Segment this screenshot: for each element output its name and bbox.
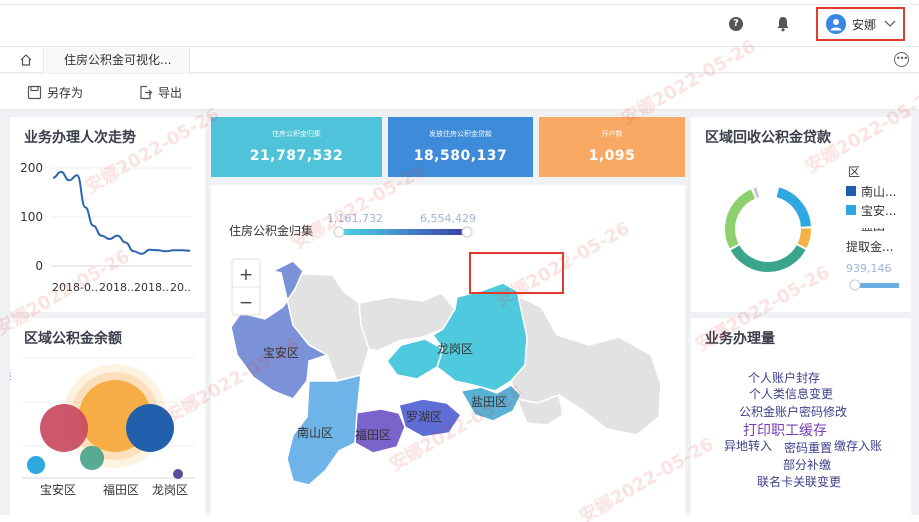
save-icon [27,85,42,99]
recovery-panel: 区域回收公积金贷款 区 南山... 宝安... 盐田 提取金... 939,14… [691,117,911,312]
kpi-tile-loans[interactable]: 发放住房公积金贷款 18,580,137 [388,117,533,177]
map-legend-max: 6,554,429 [420,212,476,225]
panel-drag-handle-icon[interactable]: ⋮ [6,372,15,382]
district-label: 龙岗区 [437,342,473,356]
legend-handle[interactable] [849,279,861,291]
word-cloud: 个人账户封存 个人类信息变更 公积金账户密码修改 打印职工缓存 异地转入 密码重… [724,370,882,489]
tab-current-report[interactable]: 住房公积金可视化... [44,47,190,73]
tab-bar: 住房公积金可视化... ••• [0,47,919,73]
more-options-icon[interactable]: ••• [894,52,909,67]
legend-item[interactable]: 宝安... [861,203,896,218]
bubble[interactable] [80,446,104,470]
user-name: 安娜 [852,17,877,32]
word-cloud-item[interactable]: 异地转入 [724,438,772,453]
map-legend-title: 住房公积金归集 [229,223,313,238]
kpi-label: 开户数 [601,130,623,138]
legend-handle-min[interactable] [333,226,345,238]
word-cloud-item[interactable]: 个人账户封存 [748,370,820,385]
toolbar: 另存为 导出 [0,74,919,110]
home-icon [20,54,31,66]
trend-chart: 200 100 0 2018-0.. 2018.. 2018.. 20.. [20,161,192,294]
kpi-value: 1,095 [588,148,636,164]
y-tick-label: 0 [35,259,43,273]
word-cloud-item[interactable]: 联名卡关联变更 [757,474,841,489]
word-cloud-item[interactable]: 部分补缴 [783,457,831,472]
bottom-panel-edge [0,515,919,522]
kpi-label: 住房公积金归集 [272,130,321,138]
x-tick-label: 2018-0.. [52,281,98,294]
word-cloud-item[interactable]: 公积金账户密码修改 [739,404,847,419]
word-cloud-item[interactable]: 打印职工缓存 [743,422,827,439]
x-tick-label: 2018.. [99,281,134,294]
kpi-tile-housing-fund[interactable]: 住房公积金归集 21,787,532 [211,117,382,177]
highlight-box [469,252,564,294]
bubble[interactable] [27,456,45,474]
export-label: 导出 [158,85,183,100]
balance-panel: 区域公积金余额 宝安区 福田区 龙岗区 [10,318,205,515]
x-tick-label: 宝安区 [40,482,76,497]
user-avatar-icon [826,14,846,34]
legend-swatch [846,205,856,215]
y-tick-label: 200 [20,161,43,175]
legend-header: 区 [848,165,860,179]
district-label: 盐田区 [471,395,507,409]
save-as-button[interactable]: 另存为 [27,83,83,101]
save-as-label: 另存为 [47,85,84,100]
series-line [52,170,191,255]
district-label: 福田区 [355,427,391,442]
x-tick-label: 福田区 [103,482,139,497]
extra-value: 939,146 [846,262,892,275]
y-tick-label: 100 [20,210,43,224]
trend-panel: 业务办理人次走势 200 100 0 2018-0.. 2018.. 2018.… [10,117,205,312]
chevron-down-icon [884,20,896,27]
legend-swatch [846,186,856,196]
legend-gradient [859,283,899,288]
bubble[interactable] [40,404,88,452]
legend-handle-max[interactable] [461,226,473,238]
user-menu[interactable]: 安娜 [816,7,905,41]
divider [0,4,919,5]
district-map: 住房公积金归集 1,161,732 6,554,429 宝安区 龙岗区 南山区 … [229,212,662,486]
district-label: 宝安区 [263,345,299,360]
map-panel: 住房公积金归集 1,161,732 6,554,429 宝安区 龙岗区 南山区 … [211,185,685,515]
map-legend-gradient [339,229,467,235]
kpi-value: 18,580,137 [413,148,508,164]
zoom-in-button[interactable]: + [239,265,253,285]
legend-item[interactable]: 南山... [861,184,896,199]
kpi-label: 发放住房公积金贷款 [429,130,492,138]
zoom-out-button[interactable]: − [239,293,253,313]
help-icon[interactable]: ? [729,17,743,31]
bubble[interactable] [173,469,183,479]
map-legend-min: 1,161,732 [327,212,383,225]
extra-label: 提取金... [846,239,893,254]
export-icon [140,85,153,99]
top-header: ? 安娜 [0,0,919,47]
district-label: 南山区 [297,425,333,440]
bubble[interactable] [126,404,174,452]
word-cloud-item[interactable]: 密码重置 [784,440,832,455]
export-button[interactable]: 导出 [138,83,182,101]
balance-bubble-chart: 宝安区 福田区 龙岗区 [22,357,195,497]
word-cloud-item[interactable]: 个人类信息变更 [749,386,833,401]
x-tick-label: 2018.. [134,281,169,294]
volume-panel: 业务办理量 个人账户封存 个人类信息变更 公积金账户密码修改 打印职工缓存 异地… [691,318,911,515]
home-tab[interactable] [8,47,44,73]
bell-icon[interactable] [776,16,790,32]
recovery-donut-chart: 区 南山... 宝安... 盐田 提取金... 939,146 [725,165,901,291]
x-tick-label: 20.. [170,281,191,294]
x-tick-label: 龙岗区 [152,483,188,497]
district-label: 罗湖区 [406,409,442,424]
kpi-value: 21,787,532 [249,148,344,164]
kpi-tile-accounts[interactable]: 开户数 1,095 [539,117,685,177]
word-cloud-item[interactable]: 缴存入账 [834,438,882,453]
district-longhua[interactable] [386,338,444,380]
legend-clip-mask [841,219,901,228]
